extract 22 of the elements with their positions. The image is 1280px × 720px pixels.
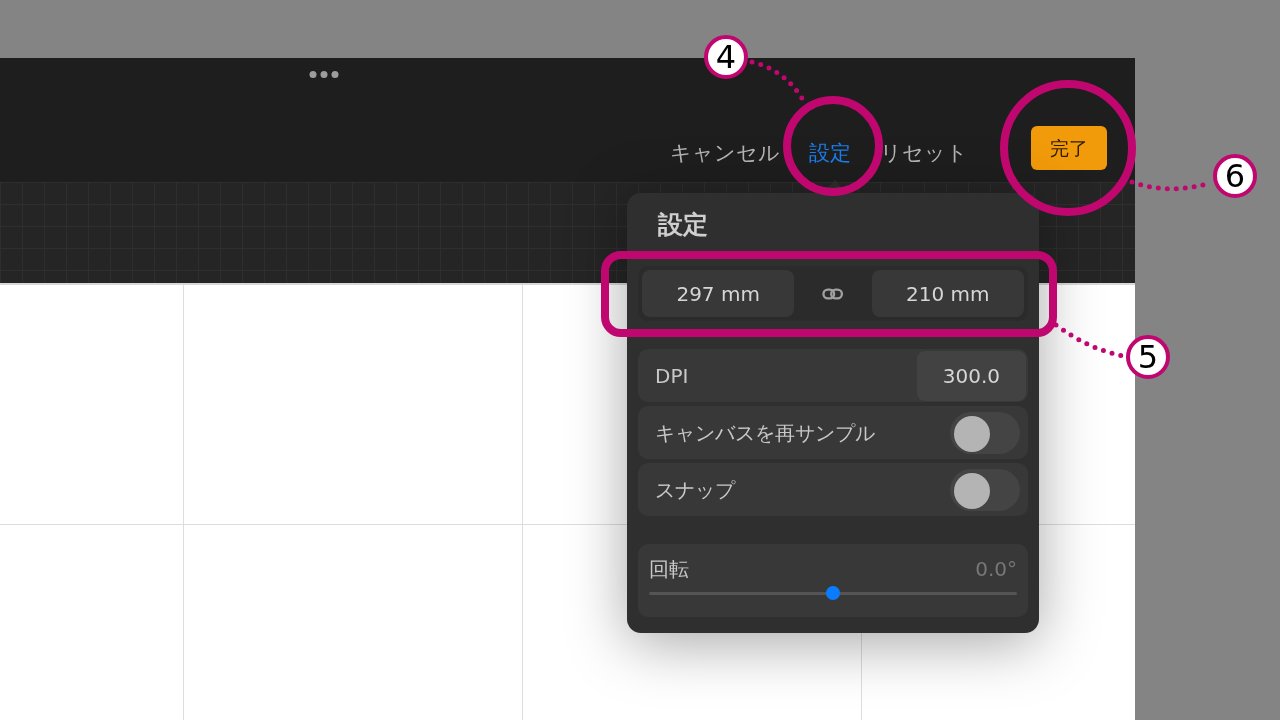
callout-number: 4 [704, 35, 748, 79]
link-icon[interactable] [822, 287, 844, 300]
width-field[interactable]: 297 mm [642, 270, 795, 317]
row-label: DPI [655, 362, 689, 390]
done-button[interactable]: 完了 [1031, 125, 1107, 170]
toolbar-tab[interactable]: リセット [880, 136, 968, 170]
slider-thumb[interactable] [826, 586, 840, 600]
toggle-switch[interactable] [950, 468, 1020, 511]
dpi-field[interactable]: 300.0 [917, 350, 1026, 401]
leader-line [749, 59, 806, 103]
toolbar-tab[interactable]: 設定 [809, 136, 851, 170]
callout-number: 5 [1126, 335, 1170, 379]
rotation-label: 回転 [649, 556, 689, 583]
panel-title: 設定 [658, 211, 709, 239]
toggle-switch[interactable] [950, 411, 1020, 454]
toolbar-tab[interactable]: キャンセル [670, 136, 780, 170]
callout-number: 6 [1213, 154, 1257, 198]
row-label: スナップ [655, 476, 735, 504]
height-field[interactable]: 210 mm [871, 270, 1024, 317]
rotation-reading: 0.0° [975, 556, 1017, 583]
row-label: キャンバスを再サンプル [655, 419, 875, 447]
more-icon[interactable] [309, 70, 339, 79]
